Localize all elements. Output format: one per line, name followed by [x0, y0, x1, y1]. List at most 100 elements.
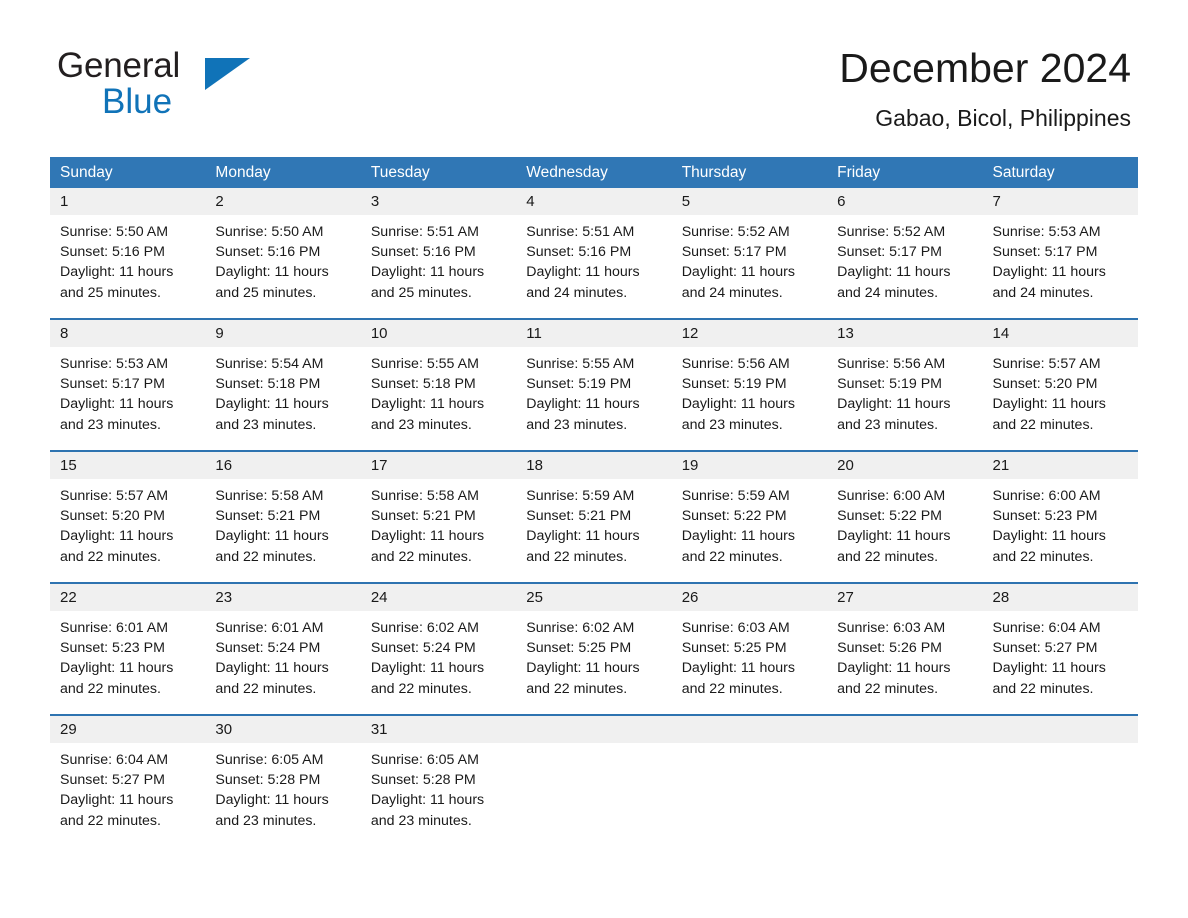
day-cell-18[interactable]: Sunrise: 5:59 AM Sunset: 5:21 PM Daylight:…: [516, 479, 671, 573]
daylight-text: Daylight: 11 hours and 25 minutes.: [60, 264, 174, 301]
day-number-28[interactable]: 28: [983, 584, 1138, 611]
day-number-10[interactable]: 10: [361, 320, 516, 347]
day-number-7[interactable]: 7: [983, 188, 1138, 215]
day-cell-27[interactable]: Sunrise: 6:03 AM Sunset: 5:26 PM Daylight:…: [827, 611, 982, 705]
sunrise-text: Sunrise: 6:05 AM: [215, 752, 324, 768]
day-cell-13[interactable]: Sunrise: 5:56 AM Sunset: 5:19 PM Daylight:…: [827, 347, 982, 441]
day-number-5[interactable]: 5: [672, 188, 827, 215]
day-number-empty: [983, 716, 1138, 743]
day-cell-15[interactable]: Sunrise: 5:57 AM Sunset: 5:20 PM Daylight:…: [50, 479, 205, 573]
sunset-text: Sunset: 5:18 PM: [215, 376, 321, 393]
day-cell-empty: [827, 743, 982, 837]
day-number-13[interactable]: 13: [827, 320, 982, 347]
day-cell-1[interactable]: Sunrise: 5:50 AM Sunset: 5:16 PM Daylight:…: [50, 215, 205, 309]
day-cell-14[interactable]: Sunrise: 5:57 AM Sunset: 5:20 PM Daylight:…: [983, 347, 1138, 441]
day-number-20[interactable]: 20: [827, 452, 982, 479]
day-number-2[interactable]: 2: [205, 188, 360, 215]
day-number-22[interactable]: 22: [50, 584, 205, 611]
day-cell-9[interactable]: Sunrise: 5:54 AM Sunset: 5:18 PM Daylight:…: [205, 347, 360, 441]
daylight-text: Daylight: 11 hours and 22 minutes.: [370, 660, 485, 697]
calendar-week-row: 8 9 10 11 12 13 14 Sunrise: 5:53 AM Sunset: 5:17…: [50, 318, 1138, 441]
sunset-text: Sunset: 5:16 PM: [526, 244, 632, 261]
sunrise-text: Sunrise: 6:01 AM: [215, 620, 324, 636]
day-cell-30[interactable]: Sunrise: 6:05 AM Sunset: 5:28 PM Daylight:…: [205, 743, 360, 837]
day-cell-3[interactable]: Sunrise: 5:51 AM Sunset: 5:16 PM Daylight:…: [361, 215, 516, 309]
day-number-19[interactable]: 19: [672, 452, 827, 479]
day-cell-11[interactable]: Sunrise: 5:55 AM Sunset: 5:19 PM Daylight:…: [516, 347, 671, 441]
day-cell-12[interactable]: Sunrise: 5:56 AM Sunset: 5:19 PM Daylight:…: [672, 347, 827, 441]
day-cell-31[interactable]: Sunrise: 6:05 AM Sunset: 5:28 PM Daylight:…: [361, 743, 516, 837]
day-cell-10[interactable]: Sunrise: 5:55 AM Sunset: 5:18 PM Daylight:…: [361, 347, 516, 441]
day-cell-2[interactable]: Sunrise: 5:50 AM Sunset: 5:16 PM Daylight:…: [205, 215, 360, 309]
day-number-6[interactable]: 6: [827, 188, 982, 215]
sunset-text: Sunset: 5:27 PM: [60, 772, 165, 789]
day-cell-29[interactable]: Sunrise: 6:04 AM Sunset: 5:27 PM Daylight:…: [50, 743, 205, 837]
day-cell-28[interactable]: Sunrise: 6:04 AM Sunset: 5:27 PM Daylight:…: [983, 611, 1138, 705]
day-number-30[interactable]: 30: [205, 716, 360, 743]
sunrise-text: Sunrise: 5:56 AM: [837, 356, 946, 372]
daylight-text: Daylight: 11 hours and 22 minutes.: [60, 528, 174, 565]
calendar-week-row: 29 30 31 Sunrise: 6:04 AM Sunset: 5:27 PM Day…: [50, 714, 1138, 837]
sunset-text: Sunset: 5:23 PM: [60, 640, 165, 657]
day-number-27[interactable]: 27: [827, 584, 982, 611]
sunset-text: Sunset: 5:17 PM: [837, 244, 942, 261]
day-number-14[interactable]: 14: [983, 320, 1138, 347]
sunrise-text: Sunrise: 5:59 AM: [526, 488, 635, 504]
day-cell-5[interactable]: Sunrise: 5:52 AM Sunset: 5:17 PM Daylight:…: [672, 215, 827, 309]
sunrise-text: Sunrise: 5:50 AM: [60, 224, 169, 240]
day-cell-6[interactable]: Sunrise: 5:52 AM Sunset: 5:17 PM Daylight:…: [827, 215, 982, 309]
day-cell-20[interactable]: Sunrise: 6:00 AM Sunset: 5:22 PM Daylight:…: [827, 479, 982, 573]
day-number-26[interactable]: 26: [672, 584, 827, 611]
sunset-text: Sunset: 5:27 PM: [992, 640, 1098, 657]
daylight-text: Daylight: 11 hours and 22 minutes.: [60, 660, 174, 697]
sunrise-text: Sunrise: 5:55 AM: [526, 356, 635, 372]
day-number-9[interactable]: 9: [205, 320, 360, 347]
day-cell-7[interactable]: Sunrise: 5:53 AM Sunset: 5:17 PM Daylight:…: [983, 215, 1138, 309]
day-number-12[interactable]: 12: [672, 320, 827, 347]
daylight-text: Daylight: 11 hours and 23 minutes.: [370, 396, 485, 433]
sunset-text: Sunset: 5:25 PM: [681, 640, 787, 657]
day-cell-16[interactable]: Sunrise: 5:58 AM Sunset: 5:21 PM Daylight:…: [205, 479, 360, 573]
daylight-text: Daylight: 11 hours and 22 minutes.: [837, 528, 951, 565]
day-number-31[interactable]: 31: [361, 716, 516, 743]
sunset-text: Sunset: 5:19 PM: [837, 376, 942, 393]
day-cell-empty: [983, 743, 1138, 837]
day-number-band: 8 9 10 11 12 13 14: [50, 320, 1138, 347]
day-number-17[interactable]: 17: [361, 452, 516, 479]
day-cell-17[interactable]: Sunrise: 5:58 AM Sunset: 5:21 PM Daylight:…: [361, 479, 516, 573]
day-number-3[interactable]: 3: [361, 188, 516, 215]
title-block: December 2024 Gabao, Bicol, Philippines: [839, 45, 1131, 133]
day-number-11[interactable]: 11: [516, 320, 671, 347]
daylight-text: Daylight: 11 hours and 22 minutes.: [681, 528, 795, 565]
day-cell-4[interactable]: Sunrise: 5:51 AM Sunset: 5:16 PM Daylight:…: [516, 215, 671, 309]
day-cell-26[interactable]: Sunrise: 6:03 AM Sunset: 5:25 PM Daylight:…: [672, 611, 827, 705]
day-cell-8[interactable]: Sunrise: 5:53 AM Sunset: 5:17 PM Daylight:…: [50, 347, 205, 441]
day-number-29[interactable]: 29: [50, 716, 205, 743]
day-cell-22[interactable]: Sunrise: 6:01 AM Sunset: 5:23 PM Daylight:…: [50, 611, 205, 705]
day-cell-24[interactable]: Sunrise: 6:02 AM Sunset: 5:24 PM Daylight:…: [361, 611, 516, 705]
day-number-empty: [827, 716, 982, 743]
day-number-24[interactable]: 24: [361, 584, 516, 611]
day-cell-25[interactable]: Sunrise: 6:02 AM Sunset: 5:25 PM Daylight:…: [516, 611, 671, 705]
sunset-text: Sunset: 5:23 PM: [992, 508, 1098, 525]
daylight-text: Daylight: 11 hours and 22 minutes.: [681, 660, 795, 697]
day-number-18[interactable]: 18: [516, 452, 671, 479]
day-number-23[interactable]: 23: [205, 584, 360, 611]
day-detail-band: Sunrise: 5:53 AM Sunset: 5:17 PM Daylight:…: [50, 347, 1138, 441]
day-number-1[interactable]: 1: [50, 188, 205, 215]
sunset-text: Sunset: 5:16 PM: [370, 244, 476, 261]
day-number-25[interactable]: 25: [516, 584, 671, 611]
sunset-text: Sunset: 5:20 PM: [992, 376, 1098, 393]
day-number-21[interactable]: 21: [983, 452, 1138, 479]
day-cell-19[interactable]: Sunrise: 5:59 AM Sunset: 5:22 PM Daylight:…: [672, 479, 827, 573]
sunset-text: Sunset: 5:17 PM: [60, 376, 165, 393]
daylight-text: Daylight: 11 hours and 22 minutes.: [837, 660, 951, 697]
day-cell-23[interactable]: Sunrise: 6:01 AM Sunset: 5:24 PM Daylight:…: [205, 611, 360, 705]
day-cell-21[interactable]: Sunrise: 6:00 AM Sunset: 5:23 PM Daylight:…: [983, 479, 1138, 573]
day-number-16[interactable]: 16: [205, 452, 360, 479]
weekday-header-row: Sunday Monday Tuesday Wednesday Thursday Frid…: [50, 157, 1138, 188]
day-number-15[interactable]: 15: [50, 452, 205, 479]
day-number-8[interactable]: 8: [50, 320, 205, 347]
day-number-4[interactable]: 4: [516, 188, 671, 215]
sunset-text: Sunset: 5:24 PM: [370, 640, 476, 657]
